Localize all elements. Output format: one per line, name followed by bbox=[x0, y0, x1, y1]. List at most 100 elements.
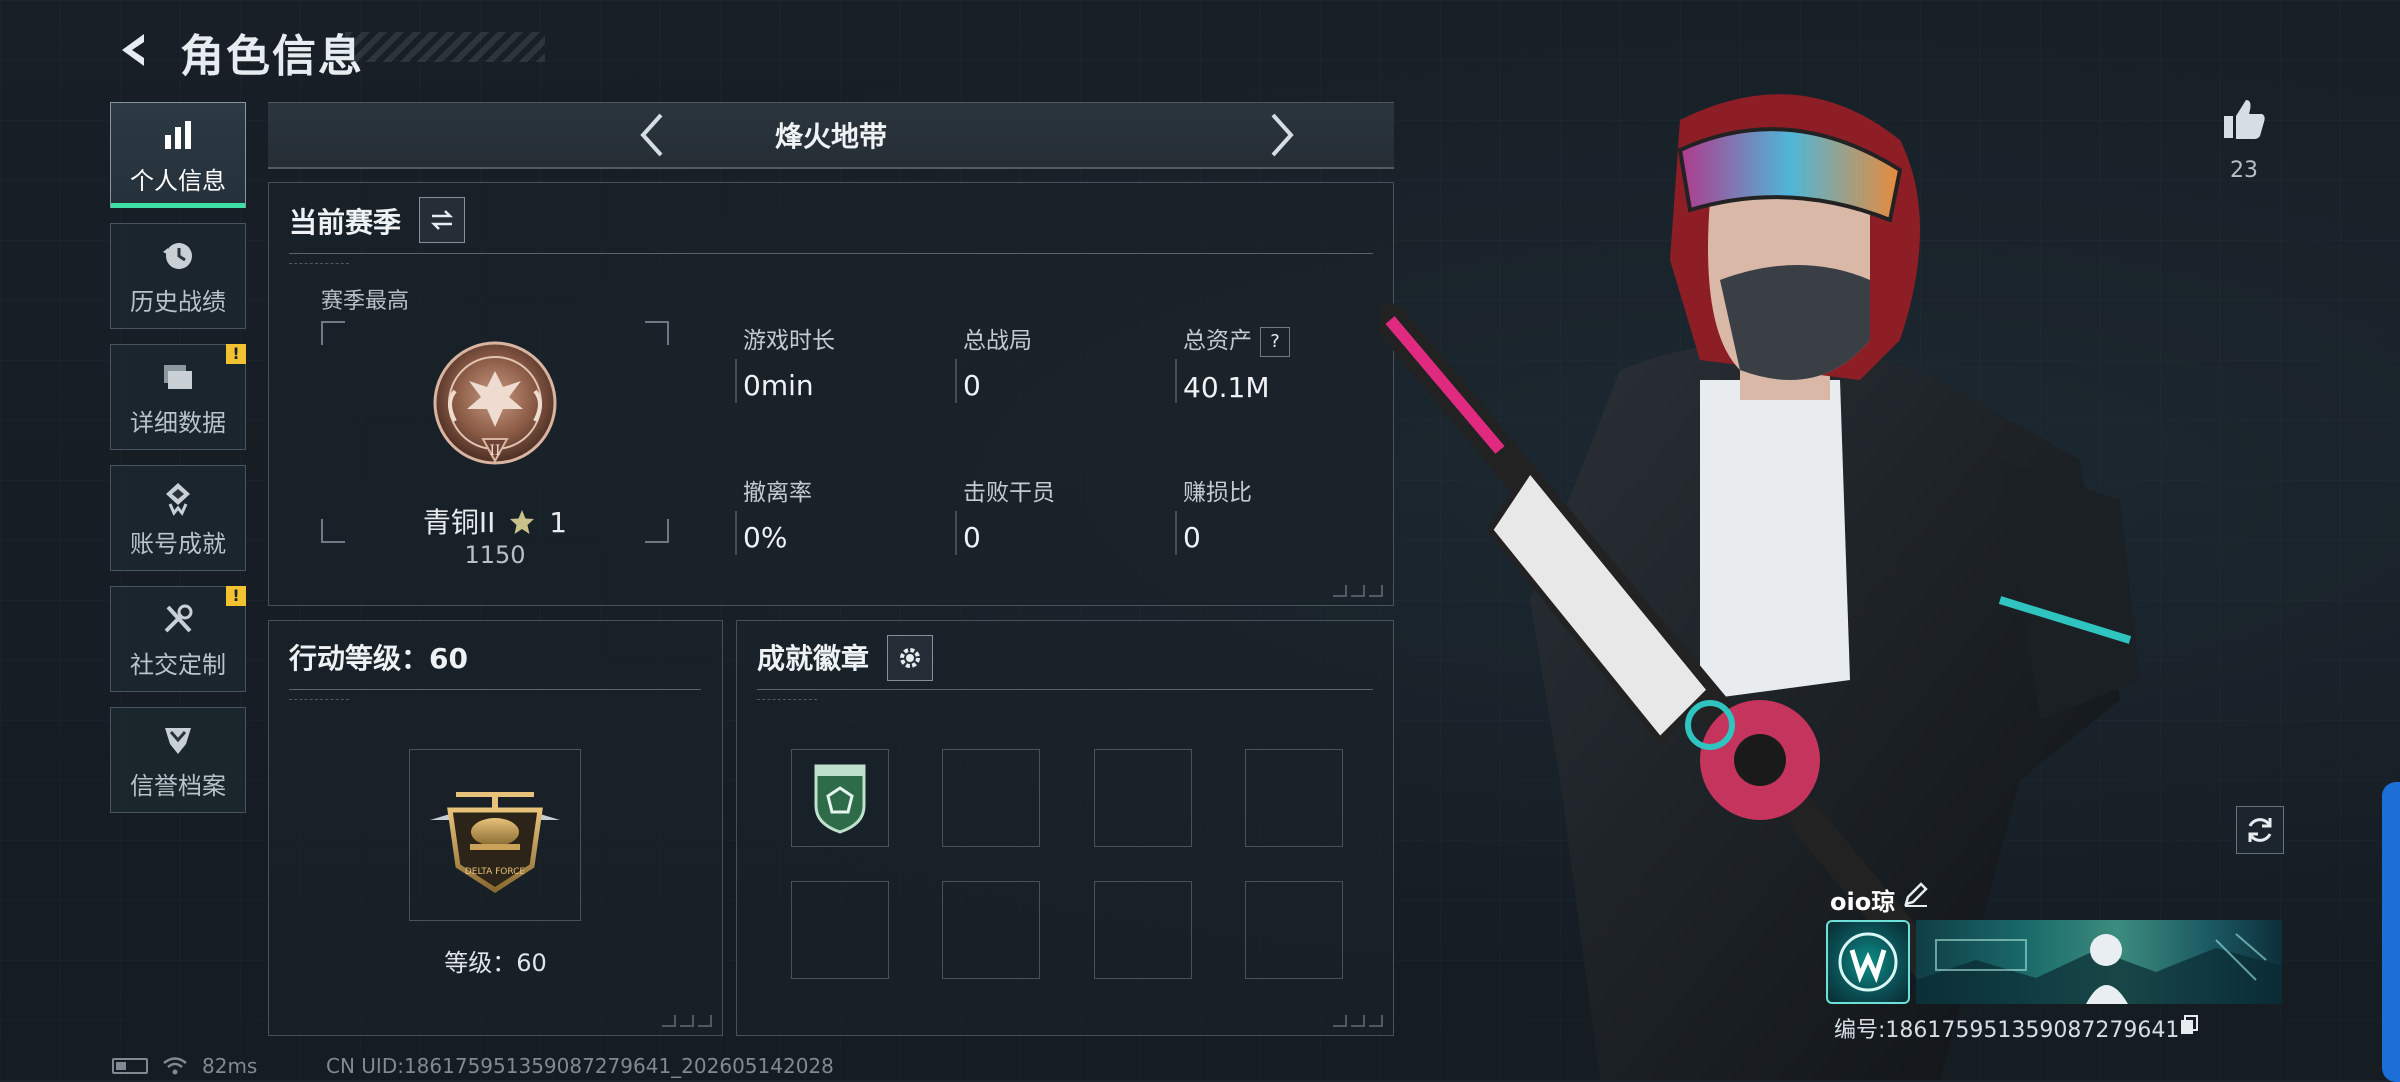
folder-stack-icon bbox=[158, 357, 198, 397]
decor-dash bbox=[289, 699, 349, 704]
badge-slot-2[interactable] bbox=[942, 749, 1040, 847]
panel-divider bbox=[289, 689, 701, 690]
mode-next-button[interactable] bbox=[1258, 111, 1306, 159]
nav-item-personal-info[interactable]: 个人信息 bbox=[110, 102, 246, 208]
wrench-tools-icon bbox=[158, 599, 198, 639]
pencil-icon bbox=[1904, 882, 1928, 907]
achievement-badges-panel: 成就徽章 bbox=[736, 620, 1394, 1036]
alert-badge: ! bbox=[226, 344, 246, 364]
back-arrow-icon bbox=[122, 34, 144, 66]
badges-settings-button[interactable] bbox=[887, 635, 933, 681]
stat-value: 0 bbox=[963, 369, 981, 402]
stat-label: 总战局 bbox=[963, 328, 1032, 354]
stat-value: 0 bbox=[963, 521, 981, 554]
season-best-label: 赛季最高 bbox=[321, 289, 410, 314]
alert-badge: ! bbox=[226, 586, 246, 606]
stat-label: 击败干员 bbox=[963, 480, 1055, 506]
stat-total-matches: 总战局 0 bbox=[955, 321, 1163, 403]
helicopter-emblem-icon: DELTA FORCE bbox=[430, 792, 560, 893]
stat-value: 0% bbox=[743, 521, 788, 554]
status-bar: 82ms bbox=[112, 1054, 257, 1078]
rank-stars: 1 bbox=[549, 506, 568, 539]
sidebar-nav: 个人信息 历史战绩 ! 详细数据 账号成就 ! 社交定制 信誉档案 bbox=[110, 102, 250, 828]
nav-item-social[interactable]: ! 社交定制 bbox=[110, 586, 246, 692]
avatar-logo-icon bbox=[1838, 932, 1898, 992]
player-banner[interactable] bbox=[1916, 920, 2282, 1004]
copy-id-button[interactable] bbox=[2178, 1014, 2200, 1036]
bronze-rank-emblem-icon: II bbox=[433, 341, 557, 465]
nav-item-reputation[interactable]: 信誉档案 bbox=[110, 707, 246, 813]
rank-score: 1150 bbox=[464, 541, 526, 569]
nav-label: 社交定制 bbox=[130, 650, 226, 679]
stat-value: 0 bbox=[1183, 521, 1201, 554]
ping-value: 82ms bbox=[202, 1054, 258, 1078]
stat-label: 撤离率 bbox=[743, 480, 812, 506]
rank-star-icon bbox=[510, 510, 535, 534]
like-count: 23 bbox=[2230, 158, 2258, 183]
gear-icon bbox=[900, 648, 920, 668]
level-label: 等级：60 bbox=[444, 949, 547, 977]
player-id: 编号:1861759513590872796​41 bbox=[1834, 1018, 2180, 1043]
badge-slot-6[interactable] bbox=[942, 881, 1040, 979]
title-decoration bbox=[345, 32, 545, 62]
stat-play-time: 游戏时长 0min bbox=[735, 321, 943, 403]
nav-item-achievements[interactable]: 账号成就 bbox=[110, 465, 246, 571]
refresh-icon bbox=[2248, 818, 2272, 842]
history-clock-icon bbox=[158, 236, 198, 276]
badge-slot-4[interactable] bbox=[1245, 749, 1343, 847]
stat-operators-defeated: 击败干员 0 bbox=[955, 473, 1163, 555]
rank-name: 青铜II bbox=[422, 506, 496, 539]
copy-icon bbox=[2181, 1015, 2198, 1034]
help-button[interactable]: ? bbox=[1260, 326, 1290, 357]
uid-text: CN UID:1861759513590872796​41_2026051420… bbox=[326, 1054, 834, 1078]
badge-slot-3[interactable] bbox=[1094, 749, 1192, 847]
decor-dash bbox=[757, 699, 817, 704]
chevron-right-icon bbox=[1271, 113, 1294, 157]
stat-label: 赚损比 bbox=[1183, 480, 1252, 506]
season-switch-button[interactable] bbox=[419, 197, 465, 243]
like-button[interactable] bbox=[2220, 96, 2268, 144]
stat-total-assets: 总资产? 40.1M bbox=[1175, 321, 1383, 404]
wifi-icon bbox=[163, 1057, 187, 1075]
badge-slot-7[interactable] bbox=[1094, 881, 1192, 979]
nav-item-details[interactable]: ! 详细数据 bbox=[110, 344, 246, 450]
panel-divider bbox=[289, 253, 1373, 254]
panel-corner-marks bbox=[1333, 1015, 1383, 1027]
stat-value: 40.1M bbox=[1183, 370, 1270, 404]
mode-title: 烽火地带 bbox=[774, 120, 887, 153]
stat-extract-rate: 撤离率 0% bbox=[735, 473, 943, 555]
edit-name-button[interactable] bbox=[1902, 880, 1932, 910]
player-avatar[interactable] bbox=[1826, 920, 1910, 1004]
nav-label: 个人信息 bbox=[130, 166, 226, 195]
svg-text:DELTA FORCE: DELTA FORCE bbox=[465, 867, 526, 877]
nav-label: 账号成就 bbox=[130, 529, 226, 558]
nav-item-history[interactable]: 历史战绩 bbox=[110, 223, 246, 329]
swap-arrows-icon bbox=[430, 210, 454, 230]
battery-icon bbox=[112, 1058, 148, 1074]
banner-artwork-icon bbox=[1916, 933, 2282, 1004]
decor-dash bbox=[289, 263, 349, 268]
level-title: 行动等级：60 bbox=[289, 642, 468, 675]
badge-slot-8[interactable] bbox=[1245, 881, 1343, 979]
shield-chevron-icon bbox=[158, 720, 198, 760]
side-drawer-tab[interactable] bbox=[2382, 782, 2400, 1082]
badge-slot-1[interactable] bbox=[791, 749, 889, 847]
nav-label: 详细数据 bbox=[130, 408, 226, 437]
stat-value: 0min bbox=[743, 369, 814, 402]
player-name: oio琼 bbox=[1830, 888, 1896, 916]
level-emblem: DELTA FORCE bbox=[409, 749, 581, 921]
page-title: 角色信息 bbox=[180, 31, 364, 82]
badge-slot-5[interactable] bbox=[791, 881, 889, 979]
stat-label-row: 总资产? bbox=[1183, 321, 1383, 357]
rank-name-row: 青铜II 1 bbox=[321, 501, 669, 541]
panel-corner-marks bbox=[1333, 585, 1383, 597]
back-button[interactable] bbox=[110, 26, 158, 74]
green-shield-badge-icon bbox=[814, 764, 866, 834]
current-season-panel: 当前赛季 赛季最高 II 青铜II 1 1150 游戏时长 0min 总战局 0… bbox=[268, 182, 1394, 606]
rotate-model-button[interactable] bbox=[2236, 806, 2284, 854]
season-title: 当前赛季 bbox=[289, 206, 402, 239]
panel-divider bbox=[757, 689, 1373, 690]
bar-chart-icon bbox=[158, 115, 198, 155]
panel-corner-marks bbox=[662, 1015, 712, 1027]
badges-title: 成就徽章 bbox=[757, 642, 870, 675]
